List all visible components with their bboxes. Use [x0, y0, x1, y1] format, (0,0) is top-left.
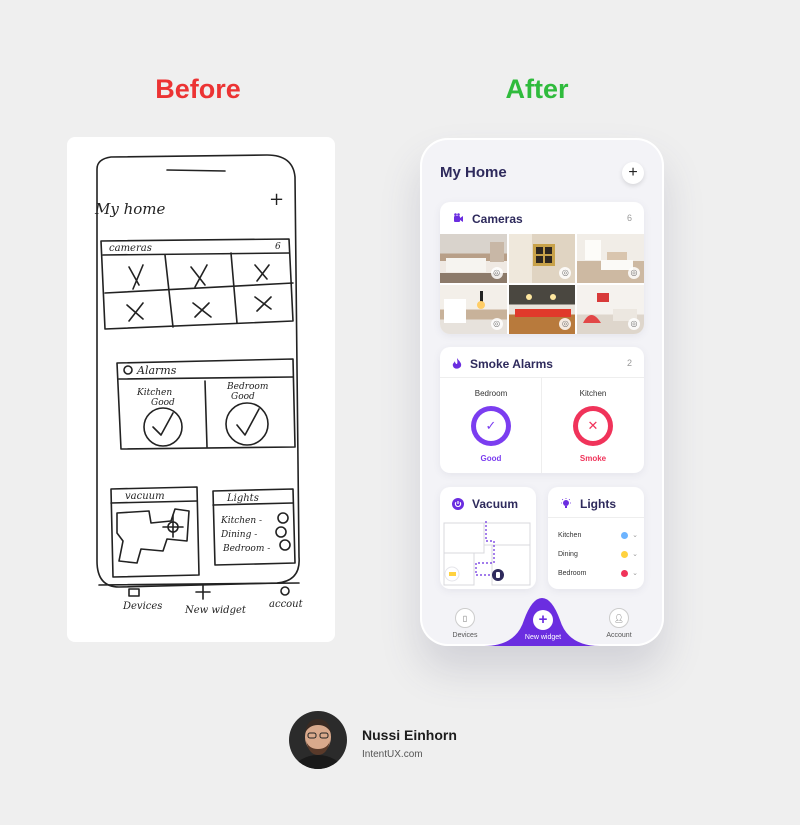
page-title: My Home [440, 164, 507, 181]
add-button[interactable]: + [622, 162, 644, 184]
nav-account[interactable]: 👤︎ Account [594, 608, 644, 639]
nav-devices-label: Devices [452, 632, 478, 639]
smoke-alarms-count: 2 [626, 358, 632, 368]
flame-icon [452, 358, 462, 369]
cameras-title: Cameras [472, 212, 523, 226]
light-room-label: Dining [558, 550, 578, 558]
light-row-dining[interactable]: Dining ⌄ [558, 550, 638, 558]
user-icon: 👤︎ [609, 608, 629, 628]
vacuum-floor-map [443, 521, 531, 586]
sketch-plus: + [269, 189, 284, 210]
view-icon[interactable]: ◎ [627, 318, 640, 330]
light-color-swatch[interactable] [621, 569, 629, 577]
sketch-cameras-label: cameras [109, 243, 152, 254]
smoke-alarm-kitchen[interactable]: Kitchen ✕ Smoke [542, 377, 644, 473]
new-widget-label: New widget [524, 634, 562, 641]
sketch-lights-label: Lights [226, 493, 259, 504]
camera-feed-1[interactable]: ◎ [440, 234, 507, 283]
plus-icon: + [533, 610, 553, 630]
view-icon[interactable]: ◎ [490, 318, 503, 330]
chevron-down-icon[interactable]: ⌄ [632, 550, 638, 558]
sketch-alarm-left-status: Good [151, 398, 175, 408]
sketch-vacuum-label: vacuum [125, 491, 165, 502]
alarm-status: Smoke [579, 454, 607, 463]
author-website[interactable]: IntentUX.com [362, 749, 423, 760]
check-icon: ✓ [485, 418, 497, 433]
bottom-navigation: ▯ Devices + New widget 👤︎ Account [420, 596, 664, 646]
light-room-label: Bedroom [558, 569, 587, 577]
power-icon [452, 498, 464, 510]
camera-feed-5[interactable]: ◎ [508, 285, 576, 334]
sketch-cameras-count: 6 [275, 242, 281, 252]
sketch-nav-new-widget: New widget [184, 605, 247, 616]
sketch-nav-account: accout [269, 599, 304, 610]
light-color-swatch[interactable] [621, 531, 629, 539]
smoke-alarms-title: Smoke Alarms [470, 357, 553, 371]
camera-feed-6[interactable]: ◎ [577, 285, 644, 334]
sketch-alarm-right-room: Bedroom [226, 382, 268, 392]
sketch-alarms-label: Alarms [136, 364, 177, 377]
phone-icon: ▯ [455, 608, 475, 628]
sketch-alarm-left-room: Kitchen [136, 388, 172, 398]
camera-feed-4[interactable]: ◎ [440, 285, 507, 334]
bulb-icon [561, 498, 571, 508]
sketch-light-bedroom: Bedroom - [222, 544, 270, 554]
sketch-nav-devices: Devices [122, 601, 162, 612]
camera-feed-3[interactable]: ◎ [577, 234, 644, 283]
light-room-label: Kitchen [558, 531, 582, 539]
lights-title: Lights [580, 497, 616, 511]
nav-account-label: Account [606, 632, 632, 639]
author-name: Nussi Einhorn [362, 727, 457, 743]
app-phone-mockup: My Home + Cameras 6 ◎ ◎ ◎ ◎ ◎ ◎ Smoke Al… [420, 138, 664, 646]
light-row-kitchen[interactable]: Kitchen ⌄ [558, 531, 638, 539]
wireframe-sketch: My home + cameras 6 Alarms Kitchen Good … [67, 137, 335, 642]
chevron-down-icon[interactable]: ⌄ [632, 531, 638, 539]
light-color-swatch[interactable] [621, 550, 629, 558]
vacuum-title: Vacuum [472, 497, 519, 511]
cameras-count: 6 [626, 213, 632, 223]
before-heading: Before [155, 74, 241, 104]
sketch-light-dining: Dining - [220, 530, 257, 540]
light-row-bedroom[interactable]: Bedroom ⌄ [558, 569, 638, 577]
after-heading: After [505, 74, 569, 104]
camera-icon [454, 213, 463, 222]
nav-devices[interactable]: ▯ Devices [440, 608, 490, 639]
alarm-room-label: Bedroom [474, 389, 508, 398]
author-avatar [289, 711, 347, 769]
camera-feed-2[interactable]: ◎ [508, 234, 576, 283]
new-widget-button[interactable]: + New widget [510, 610, 576, 641]
sketch-speaker [166, 169, 226, 172]
view-icon[interactable]: ◎ [490, 267, 503, 279]
sketch-alarm-right-status: Good [231, 392, 255, 402]
vacuum-widget[interactable]: Vacuum [440, 487, 536, 589]
alarm-room-label: Kitchen [579, 389, 607, 398]
alarm-status: Good [480, 454, 502, 463]
lights-widget[interactable]: Lights Kitchen ⌄ Dining ⌄ Bedroom ⌄ [548, 487, 644, 589]
sketch-title: My home [94, 200, 166, 218]
chevron-down-icon[interactable]: ⌄ [632, 569, 638, 577]
smoke-alarm-bedroom[interactable]: Bedroom ✓ Good [440, 377, 542, 473]
view-icon[interactable]: ◎ [627, 267, 640, 279]
sketch-light-kitchen: Kitchen - [220, 516, 262, 526]
close-icon: ✕ [587, 418, 599, 433]
cameras-widget[interactable]: Cameras 6 ◎ ◎ ◎ ◎ ◎ ◎ [440, 202, 644, 334]
smoke-alarms-widget[interactable]: Smoke Alarms 2 Bedroom ✓ Good Kitchen ✕ … [440, 347, 644, 473]
